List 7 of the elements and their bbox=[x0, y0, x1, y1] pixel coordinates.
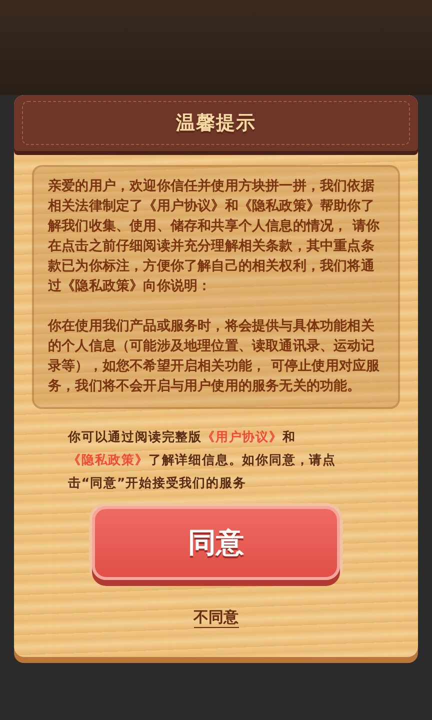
policy-link[interactable]: 《隐私政策》 bbox=[68, 452, 148, 467]
policy-paragraph: 亲爱的用户，欢迎你信任并使用方块拼一拼，我们依据相关法律制定了《用户协议》和《隐私政策》帮助你了解我们收集、使用、储存和共享个人信息的情况， 请你在点击之前仔细阅读并充分理解相关条款，其中重点条款已为你标注，方便你了解自己的相关权利，我们将通过《隐私政策》向你说明： bbox=[48, 177, 381, 296]
disagree-link[interactable]: 不同意 bbox=[194, 608, 238, 628]
policy-paragraph: 你在使用我们产品或服务时，将会提供与具体功能相关的个人信息（可能涉及地理位置、读取通讯录、运动记录等），如您不希望开启相关功能， 可停止使用对应服务，我们将不会开启与用户使用的服务无关的功能。 bbox=[48, 317, 381, 396]
notice-text: 你可以通过阅读完整版《用户协议》和 《隐私政策》了解详细信息。如你同意，请点击“同意”开始接受我们的服务 bbox=[68, 428, 338, 492]
dialog-title: 温馨提示 bbox=[176, 111, 256, 136]
policy-link[interactable]: 《用户协议》 bbox=[202, 429, 282, 444]
